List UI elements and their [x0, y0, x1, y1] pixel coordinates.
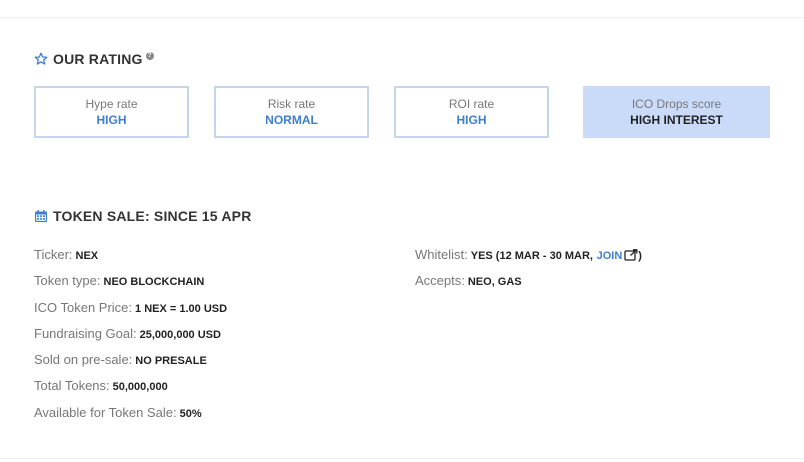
info-row-accepts: Accepts: NEO, GAS	[415, 273, 522, 290]
rating-label: Risk rate	[267, 97, 316, 111]
info-row-presale: Sold on pre-sale: NO PRESALE	[34, 352, 207, 369]
external-link-icon[interactable]	[624, 249, 638, 261]
info-row-fundraising-goal: Fundraising Goal: 25,000,000 USD	[34, 326, 221, 343]
info-label: ICO Token Price:	[34, 300, 133, 315]
info-row-ticker: Ticker: NEX	[34, 247, 98, 264]
info-value: NEX	[75, 250, 99, 262]
info-value: NO PRESALE	[135, 355, 207, 367]
info-value: 25,000,000 USD	[139, 329, 221, 341]
help-icon[interactable]: ?	[145, 51, 154, 60]
info-row-total-tokens: Total Tokens: 50,000,000	[34, 378, 168, 395]
rating-value: NORMAL	[265, 113, 318, 127]
rating-value: HIGH	[96, 113, 127, 127]
info-row-token-price: ICO Token Price: 1 NEX = 1.00 USD	[34, 300, 227, 317]
info-label: Available for Token Sale:	[34, 405, 177, 420]
rating-box-hype: Hype rate HIGH	[34, 86, 189, 138]
info-value: 50,000,000	[112, 381, 168, 393]
info-label: Accepts:	[415, 273, 465, 288]
star-outline-icon	[34, 52, 48, 66]
token-sale-title: TOKEN SALE: SINCE 15 APR	[53, 208, 252, 224]
rating-label: ROI rate	[448, 97, 495, 111]
top-divider	[0, 17, 804, 18]
info-row-available-for-sale: Available for Token Sale: 50%	[34, 405, 202, 422]
rating-section-title: OUR RATING ?	[34, 51, 154, 67]
info-label: Sold on pre-sale:	[34, 352, 133, 367]
info-value: NEO, GAS	[467, 276, 522, 288]
rating-box-icodrops-score: ICO Drops score HIGH INTEREST	[583, 86, 770, 138]
rating-title: OUR RATING	[53, 51, 143, 67]
rating-value: HIGH INTEREST	[630, 113, 723, 127]
info-label: Ticker:	[34, 247, 73, 262]
info-value: NEO BLOCKCHAIN	[103, 276, 205, 288]
info-value-close: )	[638, 250, 642, 262]
info-value: 1 NEX = 1.00 USD	[135, 303, 228, 315]
info-label: Fundraising Goal:	[34, 326, 137, 341]
info-label: Whitelist:	[415, 247, 468, 262]
join-whitelist-link[interactable]: JOIN	[597, 250, 623, 262]
info-value: 50%	[179, 408, 202, 420]
rating-box-roi: ROI rate HIGH	[394, 86, 549, 138]
info-row-token-type: Token type: NEO BLOCKCHAIN	[34, 273, 204, 290]
rating-box-risk: Risk rate NORMAL	[214, 86, 369, 138]
rating-label: Hype rate	[85, 97, 138, 111]
calendar-icon	[34, 209, 48, 223]
rating-value: HIGH	[456, 113, 487, 127]
info-label: Token type:	[34, 273, 101, 288]
info-row-whitelist: Whitelist: YES (12 MAR - 30 MAR, JOIN )	[415, 247, 642, 264]
info-value: YES (12 MAR - 30 MAR,	[470, 250, 593, 262]
bottom-divider	[0, 458, 804, 459]
info-label: Total Tokens:	[34, 378, 110, 393]
rating-label: ICO Drops score	[631, 97, 722, 111]
token-sale-section-title: TOKEN SALE: SINCE 15 APR	[34, 208, 252, 224]
